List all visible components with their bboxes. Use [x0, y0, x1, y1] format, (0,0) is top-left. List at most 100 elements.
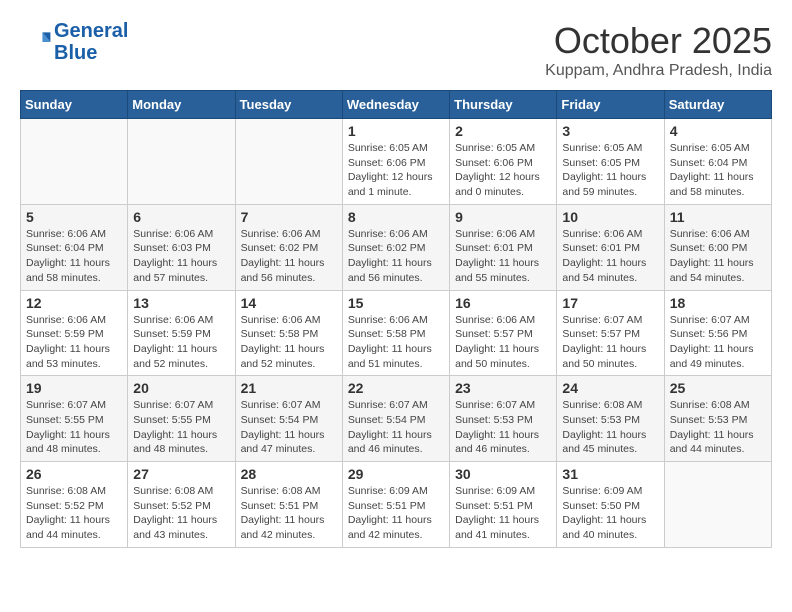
- weekday-header-monday: Monday: [128, 91, 235, 119]
- day-number: 11: [670, 209, 766, 225]
- calendar-cell: [128, 119, 235, 205]
- day-number: 19: [26, 380, 122, 396]
- calendar-cell: 26 Sunrise: 6:08 AMSunset: 5:52 PMDayligh…: [21, 462, 128, 548]
- day-number: 13: [133, 295, 229, 311]
- day-info: Sunrise: 6:06 AMSunset: 6:02 PMDaylight:…: [241, 227, 337, 286]
- day-info: Sunrise: 6:06 AMSunset: 5:59 PMDaylight:…: [26, 313, 122, 372]
- calendar-cell: 2 Sunrise: 6:05 AMSunset: 6:06 PMDaylight…: [450, 119, 557, 205]
- day-number: 22: [348, 380, 444, 396]
- day-info: Sunrise: 6:06 AMSunset: 6:00 PMDaylight:…: [670, 227, 766, 286]
- calendar-cell: [664, 462, 771, 548]
- calendar-cell: 16 Sunrise: 6:06 AMSunset: 5:57 PMDayligh…: [450, 290, 557, 376]
- day-number: 2: [455, 123, 551, 139]
- calendar-cell: 15Sunrise: 6:06 AMSunset: 5:58 PMDayligh…: [342, 290, 449, 376]
- day-info: Sunrise: 6:09 AMSunset: 5:51 PMDaylight:…: [455, 484, 551, 543]
- week-row-5: 26 Sunrise: 6:08 AMSunset: 5:52 PMDayligh…: [21, 462, 772, 548]
- weekday-header-thursday: Thursday: [450, 91, 557, 119]
- day-info: Sunrise: 6:06 AMSunset: 5:58 PMDaylight:…: [348, 313, 444, 372]
- calendar-cell: [235, 119, 342, 205]
- calendar-cell: 18 Sunrise: 6:07 AMSunset: 5:56 PMDayligh…: [664, 290, 771, 376]
- weekday-header-tuesday: Tuesday: [235, 91, 342, 119]
- day-number: 31: [562, 466, 658, 482]
- day-number: 29: [348, 466, 444, 482]
- logo-icon: [20, 26, 52, 58]
- day-info: Sunrise: 6:07 AMSunset: 5:54 PMDaylight:…: [241, 398, 337, 457]
- day-number: 14: [241, 295, 337, 311]
- logo-line2: Blue: [54, 42, 97, 64]
- calendar-cell: 21 Sunrise: 6:07 AMSunset: 5:54 PMDayligh…: [235, 376, 342, 462]
- weekday-header-row: SundayMondayTuesdayWednesdayThursdayFrid…: [21, 91, 772, 119]
- weekday-header-saturday: Saturday: [664, 91, 771, 119]
- calendar: SundayMondayTuesdayWednesdayThursdayFrid…: [20, 90, 772, 548]
- day-info: Sunrise: 6:09 AMSunset: 5:51 PMDaylight:…: [348, 484, 444, 543]
- day-number: 26: [26, 466, 122, 482]
- calendar-cell: 20Sunrise: 6:07 AMSunset: 5:55 PMDayligh…: [128, 376, 235, 462]
- day-number: 1: [348, 123, 444, 139]
- day-number: 21: [241, 380, 337, 396]
- calendar-cell: 24 Sunrise: 6:08 AMSunset: 5:53 PMDayligh…: [557, 376, 664, 462]
- day-number: 16: [455, 295, 551, 311]
- day-number: 17: [562, 295, 658, 311]
- logo: General Blue: [20, 20, 128, 64]
- day-number: 7: [241, 209, 337, 225]
- day-info: Sunrise: 6:08 AMSunset: 5:51 PMDaylight:…: [241, 484, 337, 543]
- week-row-1: 1 Sunrise: 6:05 AMSunset: 6:06 PMDaylight…: [21, 119, 772, 205]
- day-info: Sunrise: 6:07 AMSunset: 5:55 PMDaylight:…: [26, 398, 122, 457]
- day-info: Sunrise: 6:08 AMSunset: 5:53 PMDaylight:…: [670, 398, 766, 457]
- calendar-cell: 17 Sunrise: 6:07 AMSunset: 5:57 PMDayligh…: [557, 290, 664, 376]
- day-info: Sunrise: 6:06 AMSunset: 5:57 PMDaylight:…: [455, 313, 551, 372]
- day-number: 24: [562, 380, 658, 396]
- day-info: Sunrise: 6:07 AMSunset: 5:54 PMDaylight:…: [348, 398, 444, 457]
- location: Kuppam, Andhra Pradesh, India: [545, 62, 772, 80]
- logo-text: General Blue: [54, 20, 128, 64]
- day-info: Sunrise: 6:06 AMSunset: 6:02 PMDaylight:…: [348, 227, 444, 286]
- day-number: 30: [455, 466, 551, 482]
- day-number: 4: [670, 123, 766, 139]
- month-title: October 2025: [545, 20, 772, 62]
- day-info: Sunrise: 6:08 AMSunset: 5:52 PMDaylight:…: [26, 484, 122, 543]
- calendar-cell: 6Sunrise: 6:06 AMSunset: 6:03 PMDaylight…: [128, 204, 235, 290]
- day-info: Sunrise: 6:07 AMSunset: 5:53 PMDaylight:…: [455, 398, 551, 457]
- calendar-cell: 23Sunrise: 6:07 AMSunset: 5:53 PMDayligh…: [450, 376, 557, 462]
- day-number: 8: [348, 209, 444, 225]
- day-number: 9: [455, 209, 551, 225]
- calendar-cell: 1 Sunrise: 6:05 AMSunset: 6:06 PMDaylight…: [342, 119, 449, 205]
- calendar-cell: 19 Sunrise: 6:07 AMSunset: 5:55 PMDayligh…: [21, 376, 128, 462]
- calendar-cell: 11 Sunrise: 6:06 AMSunset: 6:00 PMDayligh…: [664, 204, 771, 290]
- day-info: Sunrise: 6:06 AMSunset: 6:01 PMDaylight:…: [562, 227, 658, 286]
- day-info: Sunrise: 6:06 AMSunset: 5:59 PMDaylight:…: [133, 313, 229, 372]
- day-info: Sunrise: 6:06 AMSunset: 6:04 PMDaylight:…: [26, 227, 122, 286]
- calendar-cell: 29 Sunrise: 6:09 AMSunset: 5:51 PMDayligh…: [342, 462, 449, 548]
- day-info: Sunrise: 6:05 AMSunset: 6:06 PMDaylight:…: [348, 141, 444, 200]
- calendar-cell: 5Sunrise: 6:06 AMSunset: 6:04 PMDaylight…: [21, 204, 128, 290]
- day-info: Sunrise: 6:06 AMSunset: 6:03 PMDaylight:…: [133, 227, 229, 286]
- day-info: Sunrise: 6:05 AMSunset: 6:04 PMDaylight:…: [670, 141, 766, 200]
- title-area: October 2025 Kuppam, Andhra Pradesh, Ind…: [545, 20, 772, 80]
- day-number: 3: [562, 123, 658, 139]
- day-info: Sunrise: 6:06 AMSunset: 6:01 PMDaylight:…: [455, 227, 551, 286]
- day-info: Sunrise: 6:07 AMSunset: 5:57 PMDaylight:…: [562, 313, 658, 372]
- calendar-cell: 9 Sunrise: 6:06 AMSunset: 6:01 PMDaylight…: [450, 204, 557, 290]
- calendar-cell: 3Sunrise: 6:05 AMSunset: 6:05 PMDaylight…: [557, 119, 664, 205]
- calendar-cell: 30 Sunrise: 6:09 AMSunset: 5:51 PMDayligh…: [450, 462, 557, 548]
- calendar-cell: 14 Sunrise: 6:06 AMSunset: 5:58 PMDayligh…: [235, 290, 342, 376]
- weekday-header-wednesday: Wednesday: [342, 91, 449, 119]
- day-info: Sunrise: 6:06 AMSunset: 5:58 PMDaylight:…: [241, 313, 337, 372]
- day-number: 27: [133, 466, 229, 482]
- calendar-cell: [21, 119, 128, 205]
- day-info: Sunrise: 6:08 AMSunset: 5:52 PMDaylight:…: [133, 484, 229, 543]
- calendar-cell: 7 Sunrise: 6:06 AMSunset: 6:02 PMDaylight…: [235, 204, 342, 290]
- day-number: 12: [26, 295, 122, 311]
- day-info: Sunrise: 6:08 AMSunset: 5:53 PMDaylight:…: [562, 398, 658, 457]
- calendar-cell: 27 Sunrise: 6:08 AMSunset: 5:52 PMDayligh…: [128, 462, 235, 548]
- calendar-cell: 12 Sunrise: 6:06 AMSunset: 5:59 PMDayligh…: [21, 290, 128, 376]
- calendar-cell: 31Sunrise: 6:09 AMSunset: 5:50 PMDayligh…: [557, 462, 664, 548]
- week-row-2: 5Sunrise: 6:06 AMSunset: 6:04 PMDaylight…: [21, 204, 772, 290]
- day-info: Sunrise: 6:07 AMSunset: 5:56 PMDaylight:…: [670, 313, 766, 372]
- day-number: 18: [670, 295, 766, 311]
- day-number: 20: [133, 380, 229, 396]
- logo-line1: General: [54, 20, 128, 42]
- calendar-cell: 25Sunrise: 6:08 AMSunset: 5:53 PMDayligh…: [664, 376, 771, 462]
- week-row-4: 19 Sunrise: 6:07 AMSunset: 5:55 PMDayligh…: [21, 376, 772, 462]
- day-info: Sunrise: 6:05 AMSunset: 6:06 PMDaylight:…: [455, 141, 551, 200]
